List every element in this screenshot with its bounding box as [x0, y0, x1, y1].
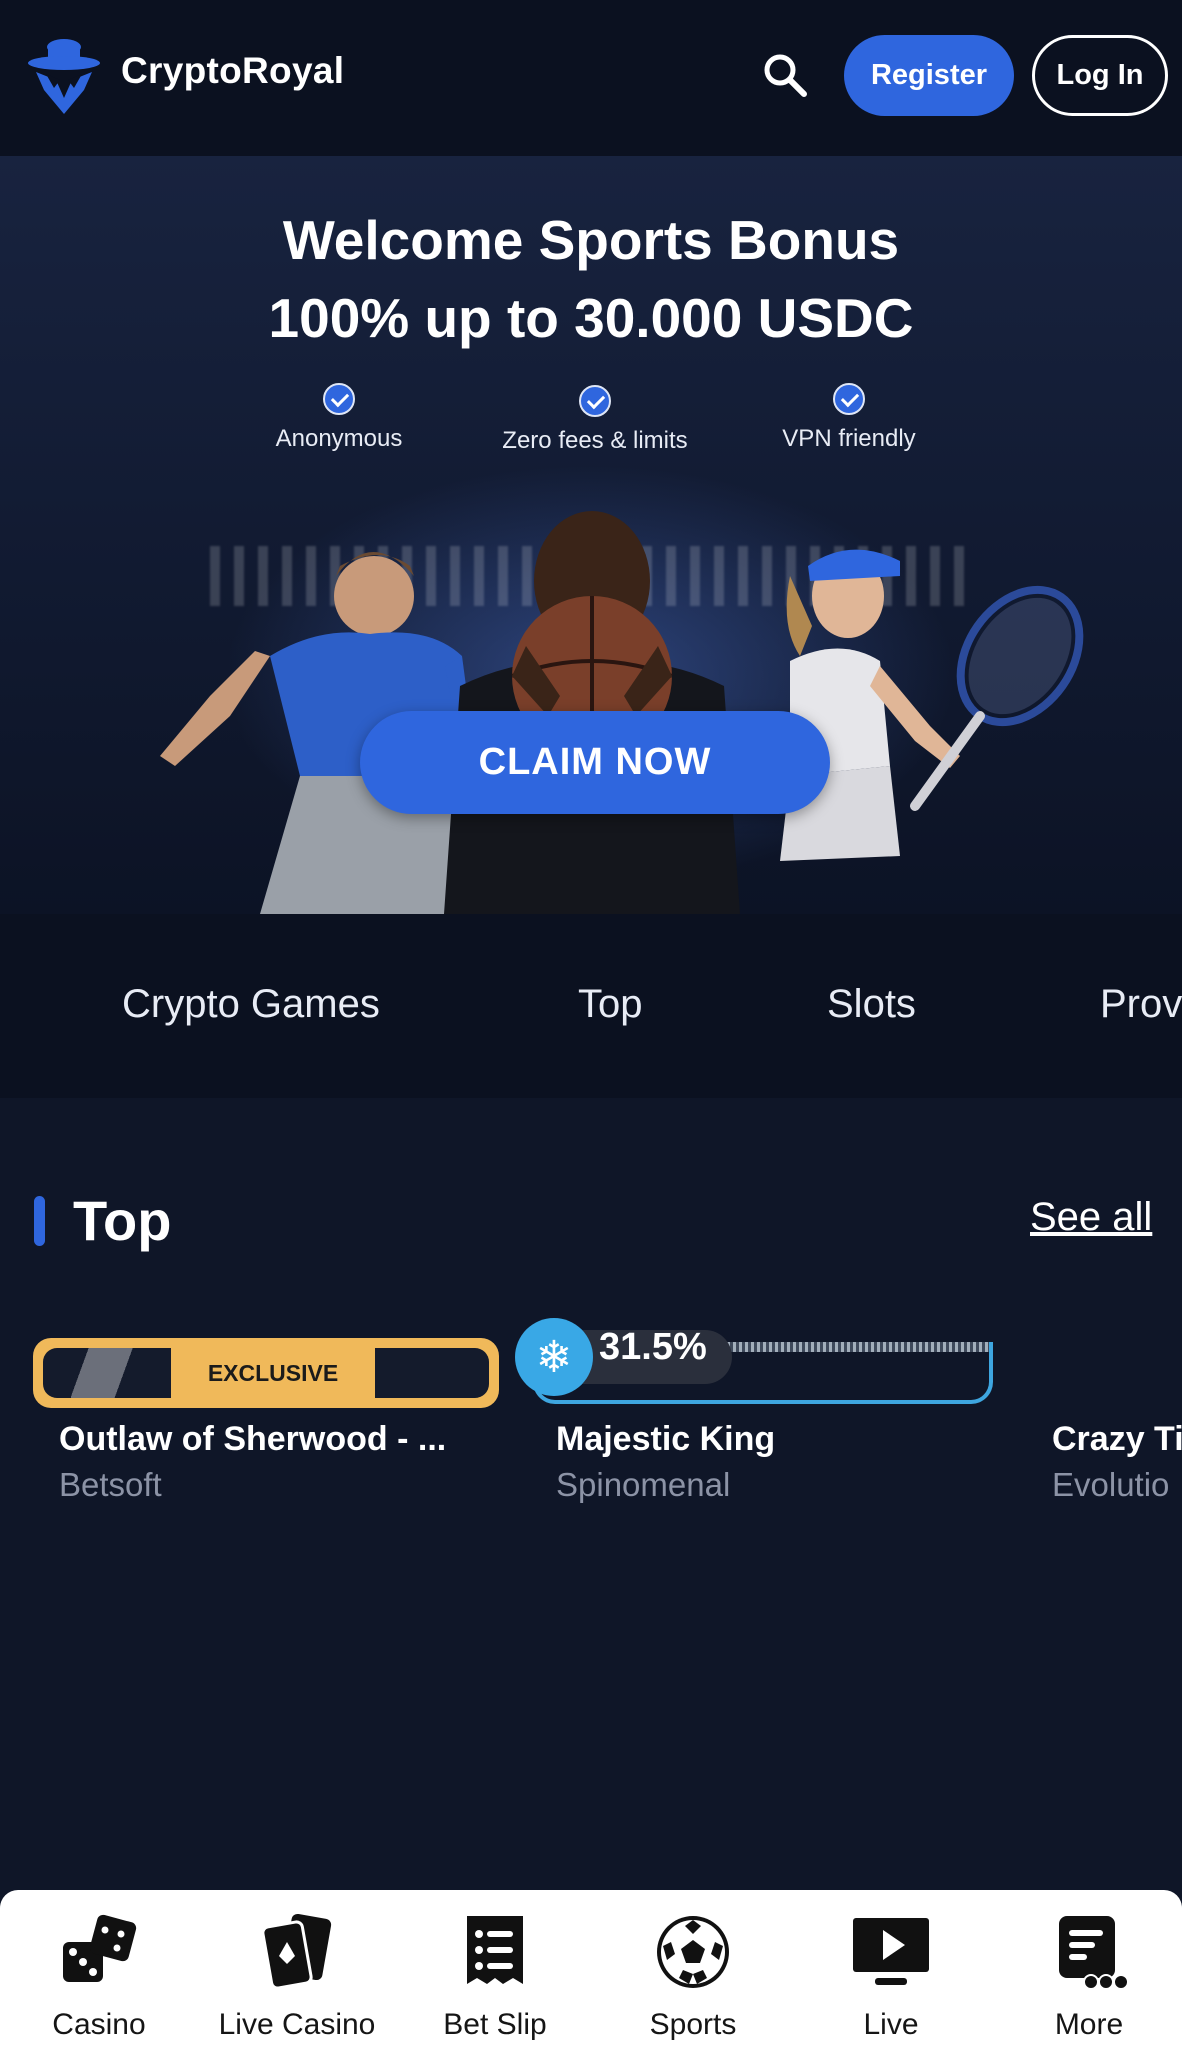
nav-live-casino[interactable]: Live Casino	[198, 1890, 396, 2048]
game-name: Crazy Ti	[1052, 1420, 1182, 1458]
category-tabs: Crypto Games Top Slots Prov	[0, 914, 1182, 1098]
login-button[interactable]: Log In	[1032, 35, 1168, 116]
nav-more[interactable]: More	[990, 1890, 1182, 2048]
exclusive-badge: EXCLUSIVE	[33, 1338, 499, 1408]
nav-sports[interactable]: Sports	[594, 1890, 792, 2048]
nav-casino[interactable]: Casino	[0, 1890, 198, 2048]
playing-cards-icon	[261, 1913, 332, 1990]
more-document-icon	[1059, 1916, 1129, 1990]
register-button[interactable]: Register	[844, 35, 1014, 116]
game-name: Majestic King	[556, 1420, 776, 1458]
tab-slots[interactable]: Slots	[827, 982, 916, 1027]
game-provider: Evolutio	[1052, 1466, 1170, 1503]
nav-live[interactable]: Live	[792, 1890, 990, 2048]
promo-banner[interactable]: Welcome Sports Bonus 100% up to 30.000 U…	[0, 156, 1182, 914]
snowflake-icon: ❄	[515, 1318, 593, 1396]
tab-top[interactable]: Top	[578, 982, 643, 1027]
bottom-navigation: Casino Live Casino Bet Slip Sports Live …	[0, 1890, 1182, 2048]
section-title: Top	[73, 1189, 172, 1252]
tab-crypto-games[interactable]: Crypto Games	[122, 982, 380, 1027]
spy-hat-logo-icon[interactable]	[26, 36, 102, 116]
tab-providers[interactable]: Prov	[1100, 982, 1182, 1027]
game-card[interactable]: ❄ 31.5% Majestic King Spinomenal	[515, 1318, 993, 1508]
search-icon[interactable]	[760, 50, 810, 100]
brand-name: CryptoRoyal	[121, 50, 345, 91]
game-card[interactable]: Crazy Ti Evolutio	[1023, 1338, 1182, 1508]
soccer-ball-icon	[657, 1916, 729, 1988]
game-card[interactable]: EXCLUSIVE Outlaw of Sherwood - ... Betso…	[33, 1338, 499, 1508]
section-accent-bar	[34, 1196, 45, 1246]
see-all-link[interactable]: See all	[1030, 1195, 1152, 1240]
game-provider: Spinomenal	[556, 1466, 731, 1503]
claim-now-button[interactable]: CLAIM NOW	[360, 711, 830, 814]
receipt-list-icon	[467, 1916, 523, 1984]
exclusive-label: EXCLUSIVE	[171, 1348, 375, 1398]
game-name: Outlaw of Sherwood - ...	[59, 1420, 447, 1458]
tennis-player-figure	[780, 549, 1084, 861]
top-header: CryptoRoyal Register Log In	[0, 0, 1182, 156]
play-monitor-icon	[853, 1918, 929, 1985]
jackpot-percentage: 31.5%	[599, 1326, 707, 1368]
dice-icon	[63, 1914, 137, 1982]
nav-bet-slip[interactable]: Bet Slip	[396, 1890, 594, 2048]
game-provider: Betsoft	[59, 1466, 162, 1503]
